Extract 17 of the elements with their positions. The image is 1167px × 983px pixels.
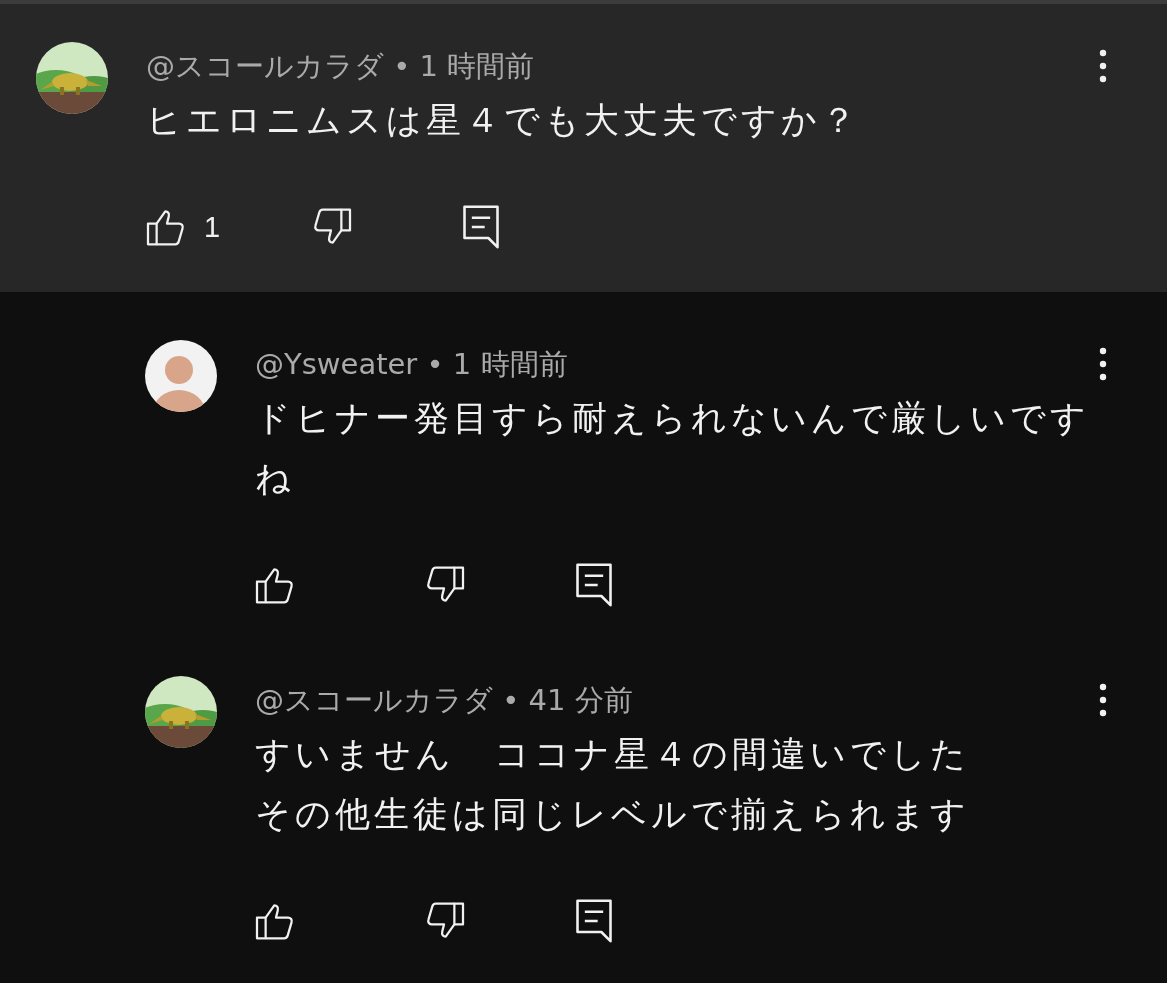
more-icon xyxy=(1099,347,1107,381)
reply-button[interactable] xyxy=(462,205,501,249)
more-icon xyxy=(1099,49,1107,83)
reply-button[interactable] xyxy=(575,563,613,607)
comment-meta: @スコールカラダ • 41 分前 xyxy=(255,682,633,719)
comment-meta: @Ysweater • 1 時間前 xyxy=(255,346,568,383)
comment-meta: @スコールカラダ • 1 時間前 xyxy=(146,48,535,85)
comment-text: すいません ココナ星４の間違いでした xyxy=(255,733,971,776)
reply-button[interactable] xyxy=(575,899,613,943)
comment-text: ドヒナー発目すら耐えられないんで厳しいですね xyxy=(255,397,1091,500)
reply-icon xyxy=(575,899,613,943)
more-icon xyxy=(1099,683,1107,717)
reply-icon xyxy=(462,205,501,249)
like-button[interactable]: 1 xyxy=(146,208,221,246)
reply-icon xyxy=(575,563,613,607)
comment-text: その他生徒は同じレベルで揃えられます xyxy=(255,793,971,836)
comment-text: ヒエロニムスは星４でも大丈夫ですか？ xyxy=(146,99,861,142)
